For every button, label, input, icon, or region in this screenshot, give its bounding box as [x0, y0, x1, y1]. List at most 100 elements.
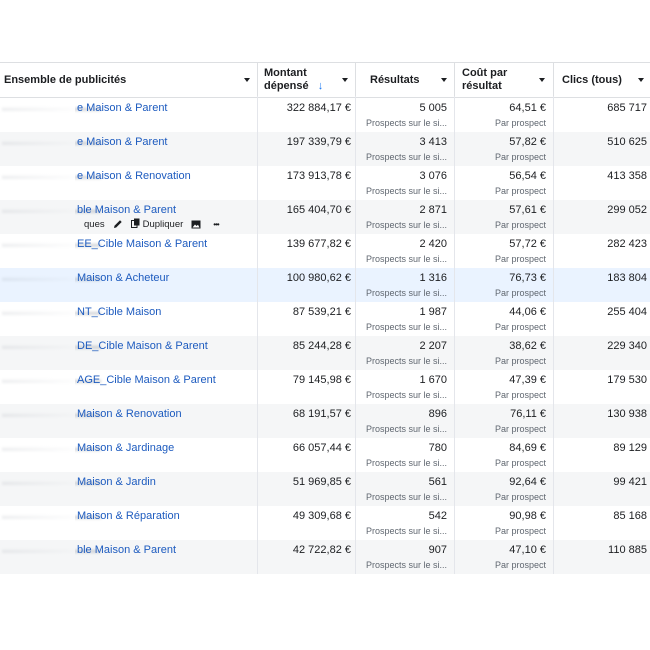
- ad-set-name-link[interactable]: DE_Cible Maison & Parent: [77, 340, 208, 352]
- ad-set-name-link[interactable]: AGE_Cible Maison & Parent: [77, 374, 216, 386]
- column-divider[interactable]: [355, 63, 356, 97]
- ad-set-name-link[interactable]: Maison & Réparation: [77, 510, 180, 522]
- ad-set-column-dropdown-icon[interactable]: [244, 78, 250, 82]
- duplicate-button[interactable]: Dupliquer: [130, 218, 183, 231]
- amount-column-dropdown-icon[interactable]: [342, 78, 348, 82]
- column-header-ad-set[interactable]: Ensemble de publicités: [4, 63, 244, 97]
- cost-per-result-value: 57,72 €: [509, 238, 546, 250]
- pencil-icon[interactable]: [113, 219, 123, 229]
- column-divider[interactable]: [454, 63, 455, 97]
- cost-per-result-value: 38,62 €: [509, 340, 546, 352]
- clicks-value: 255 404: [607, 306, 647, 318]
- ad-set-name-link[interactable]: Maison & Acheteur: [77, 272, 169, 284]
- amount-header-line2: dépensé: [264, 80, 309, 92]
- results-type-label: Prospects sur le si...: [365, 186, 447, 196]
- table-header: Ensemble de publicités Montant dépensé ↓…: [0, 62, 650, 98]
- ad-set-name-cell[interactable]: ▬▬▬▬▬▬▬▬▬ DE_Cible Maison & Parent: [0, 340, 258, 354]
- name-fade-overlay: [0, 476, 75, 490]
- ad-set-name-cell[interactable]: ▬▬▬▬▬▬▬▬▬ AGE_Cible Maison & Parent: [0, 374, 258, 388]
- results-value: 1 987: [419, 306, 447, 318]
- clicks-value: 282 423: [607, 238, 647, 250]
- column-divider: [553, 96, 554, 574]
- ad-set-name-cell[interactable]: ▬▬▬▬▬▬▬▬▬ NT_Cible Maison: [0, 306, 258, 320]
- ad-set-name-link[interactable]: Maison & Renovation: [77, 408, 182, 420]
- amount-spent-value: 49 309,68 €: [292, 510, 351, 522]
- ad-set-name-link[interactable]: e Maison & Parent: [77, 136, 168, 148]
- ad-set-name-cell[interactable]: ▬▬▬▬▬▬▬▬▬ e Maison & Renovation: [0, 170, 258, 184]
- cost-per-result-type-label: Par prospect: [494, 288, 546, 298]
- row-action-partial[interactable]: ques: [84, 219, 105, 230]
- clicks-value: 413 358: [607, 170, 647, 182]
- name-fade-overlay: [0, 544, 75, 558]
- amount-spent-value: 322 884,17 €: [286, 102, 351, 114]
- ad-set-name-cell[interactable]: ▬▬▬▬▬▬▬▬▬ ble Maison & Parent: [0, 204, 258, 218]
- ad-set-name-link[interactable]: Maison & Jardin: [77, 476, 156, 488]
- amount-spent-value: 51 969,85 €: [292, 476, 351, 488]
- results-column-dropdown-icon[interactable]: [441, 78, 447, 82]
- results-type-label: Prospects sur le si...: [365, 220, 447, 230]
- amount-spent-value: 87 539,21 €: [292, 306, 351, 318]
- cost-per-result-value: 76,11 €: [510, 408, 546, 420]
- cost-per-result-type-label: Par prospect: [494, 220, 546, 230]
- ad-set-name-cell[interactable]: ▬▬▬▬▬▬▬▬▬ Maison & Acheteur: [0, 272, 258, 286]
- name-fade-overlay: [0, 408, 75, 422]
- results-type-label: Prospects sur le si...: [365, 492, 447, 502]
- ad-set-name-cell[interactable]: ▬▬▬▬▬▬▬▬▬ Maison & Jardinage: [0, 442, 258, 456]
- ad-set-name-link[interactable]: NT_Cible Maison: [77, 306, 161, 318]
- ad-set-name-link[interactable]: Maison & Jardinage: [77, 442, 174, 454]
- more-icon[interactable]: •••: [213, 220, 219, 229]
- results-type-label: Prospects sur le si...: [365, 560, 447, 570]
- clicks-value: 510 625: [607, 136, 647, 148]
- amount-spent-value: 42 722,82 €: [292, 544, 351, 556]
- ad-set-name-cell[interactable]: ▬▬▬▬▬▬▬▬▬ e Maison & Parent: [0, 102, 258, 116]
- cost-per-result-type-label: Par prospect: [494, 458, 546, 468]
- column-header-cost-per-result[interactable]: Coût par résultat: [462, 63, 532, 97]
- results-value: 2 207: [419, 340, 447, 352]
- results-type-label: Prospects sur le si...: [365, 424, 447, 434]
- results-value: 3 413: [419, 136, 447, 148]
- cost-per-result-type-label: Par prospect: [494, 356, 546, 366]
- column-divider: [454, 96, 455, 574]
- column-divider[interactable]: [553, 63, 554, 97]
- ad-set-name-cell[interactable]: ▬▬▬▬▬▬▬▬▬ EE_Cible Maison & Parent: [0, 238, 258, 252]
- results-type-label: Prospects sur le si...: [365, 288, 447, 298]
- clicks-column-dropdown-icon[interactable]: [638, 78, 644, 82]
- results-value: 3 076: [419, 170, 447, 182]
- cost-per-result-value: 84,69 €: [509, 442, 546, 454]
- image-icon[interactable]: [191, 220, 201, 229]
- amount-spent-value: 68 191,57 €: [292, 408, 351, 420]
- clicks-value: 183 804: [607, 272, 647, 284]
- ad-set-name-cell[interactable]: ▬▬▬▬▬▬▬▬▬ e Maison & Parent: [0, 136, 258, 150]
- results-value: 1 670: [419, 374, 447, 386]
- cost-per-result-type-label: Par prospect: [494, 492, 546, 502]
- ad-set-name-link[interactable]: e Maison & Renovation: [77, 170, 191, 182]
- results-type-label: Prospects sur le si...: [365, 526, 447, 536]
- ad-set-name-cell[interactable]: ▬▬▬▬▬▬▬▬▬ Maison & Réparation: [0, 510, 258, 524]
- sort-descending-icon[interactable]: ↓: [318, 80, 324, 92]
- results-value: 907: [428, 544, 447, 556]
- cost-per-result-value: 57,61 €: [509, 204, 546, 216]
- ad-set-name-cell[interactable]: ▬▬▬▬▬▬▬▬▬ ble Maison & Parent: [0, 544, 258, 558]
- ad-set-name-cell[interactable]: ▬▬▬▬▬▬▬▬▬ Maison & Jardin: [0, 476, 258, 490]
- clicks-value: 179 530: [607, 374, 647, 386]
- ad-set-name-link[interactable]: EE_Cible Maison & Parent: [77, 238, 207, 250]
- column-header-clicks[interactable]: Clics (tous): [562, 63, 632, 97]
- ad-set-name-link[interactable]: ble Maison & Parent: [77, 204, 176, 216]
- results-value: 561: [428, 476, 447, 488]
- ad-set-name-link[interactable]: ble Maison & Parent: [77, 544, 176, 556]
- amount-header-line1: Montant: [264, 67, 307, 79]
- amount-spent-value: 66 057,44 €: [292, 442, 351, 454]
- column-divider[interactable]: [257, 63, 258, 97]
- ad-set-name-cell[interactable]: ▬▬▬▬▬▬▬▬▬ Maison & Renovation: [0, 408, 258, 422]
- cost-column-dropdown-icon[interactable]: [539, 78, 545, 82]
- results-value: 896: [428, 408, 447, 420]
- results-type-label: Prospects sur le si...: [365, 390, 447, 400]
- name-fade-overlay: [0, 374, 75, 388]
- column-header-results[interactable]: Résultats: [370, 63, 440, 97]
- results-type-label: Prospects sur le si...: [365, 356, 447, 366]
- column-header-amount-spent[interactable]: Montant dépensé ↓: [264, 63, 344, 97]
- name-fade-overlay: [0, 136, 75, 150]
- clicks-header-label: Clics (tous): [562, 73, 622, 86]
- ad-set-name-link[interactable]: e Maison & Parent: [77, 102, 168, 114]
- clicks-value: 89 129: [613, 442, 647, 454]
